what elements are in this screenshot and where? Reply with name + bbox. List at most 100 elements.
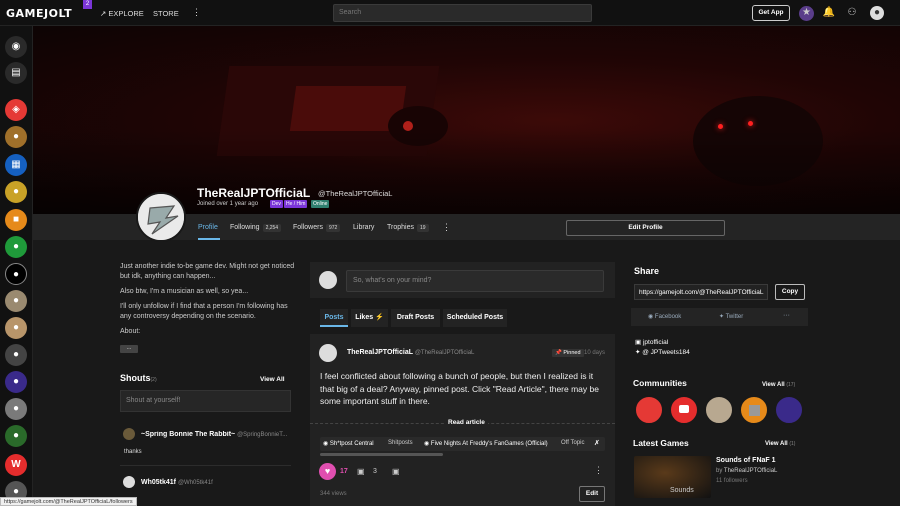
community-13-icon[interactable]: ● <box>5 425 27 447</box>
shout-1-header: ~Spring Bonnie The Rabbit~ @SpringBonnie… <box>141 431 291 438</box>
community-5-icon[interactable]: ■ <box>5 209 27 231</box>
tag-dev: Dev <box>270 200 283 208</box>
share-url-field[interactable]: https://gamejolt.com/@TheRealJPTOfficiaL <box>634 284 768 300</box>
community-7-icon[interactable]: ● <box>5 263 27 285</box>
comment-count: 3 <box>373 468 377 475</box>
shout-1-author[interactable]: ~Spring Bonnie The Rabbit~ <box>141 431 235 438</box>
profile-more-icon[interactable]: ⋮ <box>442 222 451 233</box>
tag-online: Online <box>311 200 330 208</box>
game-thumbnail[interactable]: Sounds <box>634 456 711 498</box>
community-chip-fnaf-fangames[interactable]: ◉ Five Nights At Freddy's FanGames (Offi… <box>424 440 548 447</box>
shout-input[interactable]: Shout at yourself! <box>120 390 291 412</box>
tab-library[interactable]: Library <box>353 224 374 231</box>
activity-feed-icon[interactable]: ◉ <box>5 36 27 58</box>
gamejolt-logo[interactable]: GAMEJOLT <box>6 7 72 20</box>
channel-chip-off-topic[interactable]: Off Topic <box>561 440 584 446</box>
feed-tab-likes[interactable]: Likes ⚡ <box>351 309 388 327</box>
community-6-icon[interactable]: ● <box>5 236 27 258</box>
top-bar: GAMEJOLT 2 ↗ EXPLORE STORE ⋮ Search Get … <box>0 0 900 26</box>
community-11-icon[interactable]: ● <box>5 371 27 393</box>
twitch-label: jptofficial <box>642 339 669 346</box>
post-time: 10 days <box>584 350 606 356</box>
quests-icon[interactable]: ★ <box>799 6 814 21</box>
community-avatar-4[interactable] <box>739 395 769 425</box>
search-input[interactable]: Search <box>333 4 592 22</box>
profile-avatar[interactable] <box>136 192 186 242</box>
copy-button[interactable]: Copy <box>775 284 805 300</box>
edit-profile-button[interactable]: Edit Profile <box>566 220 725 236</box>
store-link[interactable]: STORE <box>153 9 179 18</box>
more-menu-icon[interactable]: ⋮ <box>192 7 201 18</box>
compose-input[interactable]: So, what's on your mind? <box>346 270 604 292</box>
comment-icon[interactable]: ▣ <box>357 467 365 476</box>
user-avatar-icon[interactable]: ● <box>870 6 884 20</box>
twitter-bird-icon: ✦ <box>635 349 641 356</box>
bell-icon[interactable]: 🔔 <box>822 6 836 20</box>
game-followers: 11 followers <box>716 478 748 484</box>
game-dev-name[interactable]: TheRealJPTOfficiaL <box>724 468 777 474</box>
post-views: 344 views <box>320 491 347 497</box>
friends-icon[interactable]: ⚇ <box>845 6 859 20</box>
community-avatar-3[interactable] <box>704 395 734 425</box>
twitch-link[interactable]: ▣ jptofficial <box>635 338 668 346</box>
community-chip-shitpost-central[interactable]: ◉ Sh*tpost Central <box>323 440 374 447</box>
get-app-button[interactable]: Get App <box>752 5 790 21</box>
post-author-avatar[interactable] <box>319 344 337 362</box>
community-fnaf-fangames-icon[interactable]: ◈ <box>5 99 27 121</box>
communities-scrollbar[interactable] <box>320 453 443 456</box>
community-3-icon[interactable]: ▦ <box>5 154 27 176</box>
about-line-1: Just another indie to-be game dev. Might… <box>120 263 295 280</box>
community-4-icon[interactable]: ● <box>5 181 27 203</box>
active-tab-indicator <box>198 238 220 240</box>
community-avatar-youtube[interactable] <box>669 395 699 425</box>
community-avatar-5[interactable] <box>774 395 804 425</box>
feed-tab-posts[interactable]: Posts <box>320 309 348 327</box>
post-author[interactable]: TheRealJPTOfficiaL <box>347 349 413 356</box>
community-w-icon[interactable]: W <box>5 454 27 476</box>
game-thumb-text: Sounds <box>670 487 694 494</box>
community-10-icon[interactable]: ● <box>5 344 27 366</box>
communities-more-icon[interactable]: ✗ <box>594 439 600 447</box>
post-more-icon[interactable]: ⋮ <box>594 465 603 476</box>
share-facebook-button[interactable]: ◉ Facebook <box>648 313 681 320</box>
tag-pronouns: He / Him <box>284 200 308 208</box>
about-section: Just another indie to-be game dev. Might… <box>120 262 295 353</box>
about-expand-button[interactable]: ... <box>120 345 138 353</box>
community-2-icon[interactable]: ● <box>5 126 27 148</box>
community-8-icon[interactable]: ● <box>5 290 27 312</box>
share-twitter-button[interactable]: ✦ Twitter <box>719 313 743 320</box>
community-9-icon[interactable]: ● <box>5 317 27 339</box>
feed-tab-scheduled[interactable]: Scheduled Posts <box>443 309 507 327</box>
shout-2-author[interactable]: Wh05tk41f <box>141 479 176 486</box>
feed-tab-drafts[interactable]: Draft Posts <box>391 309 440 327</box>
communities-count: (17) <box>786 382 796 388</box>
like-button-icon[interactable]: ♥ <box>319 463 336 480</box>
communities-view-all[interactable]: View All (17) <box>762 382 795 388</box>
twitch-icon: ▣ <box>635 339 642 346</box>
status-url-bar: https://gamejolt.com/@TheRealJPTOfficiaL… <box>0 497 137 506</box>
tab-profile[interactable]: Profile <box>198 224 218 231</box>
community-avatar-fnaf[interactable] <box>634 395 664 425</box>
communities-title: Communities <box>633 378 687 388</box>
shouts-count: (2) <box>150 377 157 383</box>
channel-chip-shitposts[interactable]: Shitposts <box>388 440 413 446</box>
chip-2-icon: ◉ <box>424 441 430 447</box>
game-title[interactable]: Sounds of FNaF 1 <box>716 457 776 464</box>
shouts-view-all-link[interactable]: View All <box>260 376 285 383</box>
community-12-icon[interactable]: ● <box>5 398 27 420</box>
share-title: Share <box>634 266 660 276</box>
games-view-all[interactable]: View All (1) <box>765 441 795 447</box>
share-more-button[interactable]: ··· <box>783 312 790 319</box>
tab-following[interactable]: Following 2,254 <box>230 224 282 232</box>
read-article-link[interactable]: Read article <box>445 419 488 426</box>
explore-link[interactable]: ↗ EXPLORE <box>100 9 144 18</box>
twitter-link[interactable]: ✦ @ JPTweets184 <box>635 348 690 356</box>
shout-1-avatar[interactable] <box>123 428 135 440</box>
post-edit-button[interactable]: Edit <box>579 486 605 502</box>
shout-2-avatar[interactable] <box>123 476 135 488</box>
tab-trophies[interactable]: Trophies 19 <box>387 224 429 232</box>
tab-followers[interactable]: Followers 972 <box>293 224 341 232</box>
sticker-icon[interactable]: ▣ <box>392 467 400 476</box>
tab-followers-label: Followers <box>293 224 323 231</box>
library-icon[interactable]: ▤ <box>5 62 27 84</box>
